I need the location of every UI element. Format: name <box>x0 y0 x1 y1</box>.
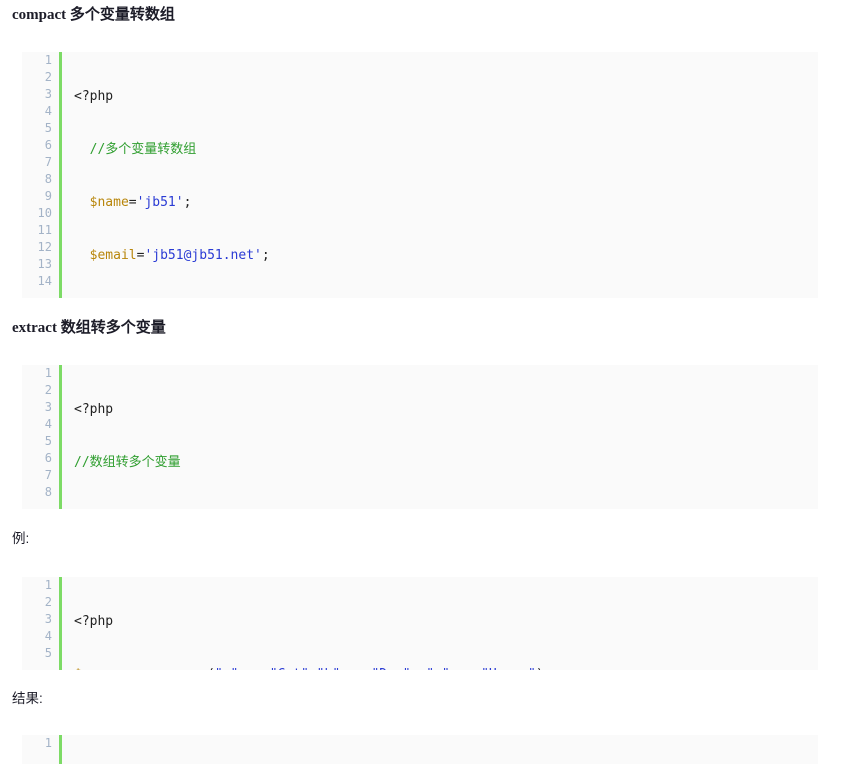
line-number: 1 <box>44 366 52 380</box>
line-number: 3 <box>44 612 52 626</box>
line-number: 12 <box>37 240 52 254</box>
code-block-compact[interactable]: 1 2 3 4 5 6 7 8 9 10 11 12 13 14 <?php /… <box>22 52 818 298</box>
line-number: 8 <box>44 485 52 499</box>
code-line: $email='jb51@jb51.net'; <box>89 248 270 263</box>
line-number: 6 <box>44 138 52 152</box>
heading-extract-text: extract 数组转多个变量 <box>12 320 166 336</box>
line-number: 4 <box>44 417 52 431</box>
line-number: 5 <box>44 646 52 660</box>
code-content-compact[interactable]: <?php //多个变量转数组 $name='jb51'; $email='jb… <box>61 52 819 298</box>
line-number: 7 <box>44 155 52 169</box>
line-number: 4 <box>44 104 52 118</box>
line-number: 5 <box>44 121 52 135</box>
label-result-text: 结果: <box>12 691 43 706</box>
line-number: 14 <box>37 274 52 288</box>
heading-compact-text: compact 多个变量转数组 <box>12 7 175 23</box>
line-number: 3 <box>44 400 52 414</box>
code-block-result[interactable]: 1 $a = Cat; $b = Dog; $c = Horse <box>22 735 818 764</box>
line-number: 9 <box>44 189 52 203</box>
line-number: 1 <box>44 578 52 592</box>
code-line: <?php <box>74 402 114 417</box>
heading-extract: extract 数组转多个变量 <box>12 319 166 337</box>
line-number: 7 <box>44 468 52 482</box>
label-example: 例: <box>12 531 29 547</box>
label-example-text: 例: <box>12 531 30 546</box>
code-line: <?php <box>74 89 114 104</box>
code-content-example[interactable]: <?php $my_array = array("a" => "Cat","b"… <box>61 577 819 670</box>
line-number-gutter: 1 2 3 4 5 6 7 8 <box>22 365 62 509</box>
heading-compact: compact 多个变量转数组 <box>12 6 175 24</box>
code-line: <?php <box>74 614 114 629</box>
code-line: $name='jb51'; <box>89 195 192 210</box>
line-number: 10 <box>37 206 52 220</box>
line-number: 1 <box>44 53 52 67</box>
line-number: 2 <box>44 595 52 609</box>
line-number-gutter: 1 2 3 4 5 <box>22 577 62 670</box>
code-line: $my_array = array("a" => "Cat","b" => "D… <box>74 666 818 670</box>
line-number: 6 <box>44 451 52 465</box>
line-number: 1 <box>44 736 52 750</box>
label-result: 结果: <box>12 691 43 707</box>
line-number-gutter: 1 2 3 4 5 6 7 8 9 10 11 12 13 14 <box>22 52 62 298</box>
line-number: 13 <box>37 257 52 271</box>
code-line: $capitalcities['England'] = 'London'; <box>74 507 818 509</box>
line-number: 4 <box>44 629 52 643</box>
line-number: 3 <box>44 87 52 101</box>
line-number-gutter: 1 <box>22 735 62 764</box>
code-block-extract[interactable]: 1 2 3 4 5 6 7 8 <?php //数组转多个变量 $capital… <box>22 365 818 509</box>
code-block-example[interactable]: 1 2 3 4 5 <?php $my_array = array("a" =>… <box>22 577 818 670</box>
line-number: 11 <box>37 223 52 237</box>
line-number: 2 <box>44 383 52 397</box>
article-page: compact 多个变量转数组 1 2 3 4 5 6 7 8 9 10 11 … <box>0 0 841 764</box>
code-content-extract[interactable]: <?php //数组转多个变量 $capitalcities['England'… <box>61 365 819 509</box>
line-number: 2 <box>44 70 52 84</box>
code-content-result[interactable]: $a = Cat; $b = Dog; $c = Horse <box>61 735 819 764</box>
code-line: //数组转多个变量 <box>74 455 181 470</box>
line-number: 8 <box>44 172 52 186</box>
code-line: //多个变量转数组 <box>89 142 197 157</box>
line-number: 5 <box>44 434 52 448</box>
